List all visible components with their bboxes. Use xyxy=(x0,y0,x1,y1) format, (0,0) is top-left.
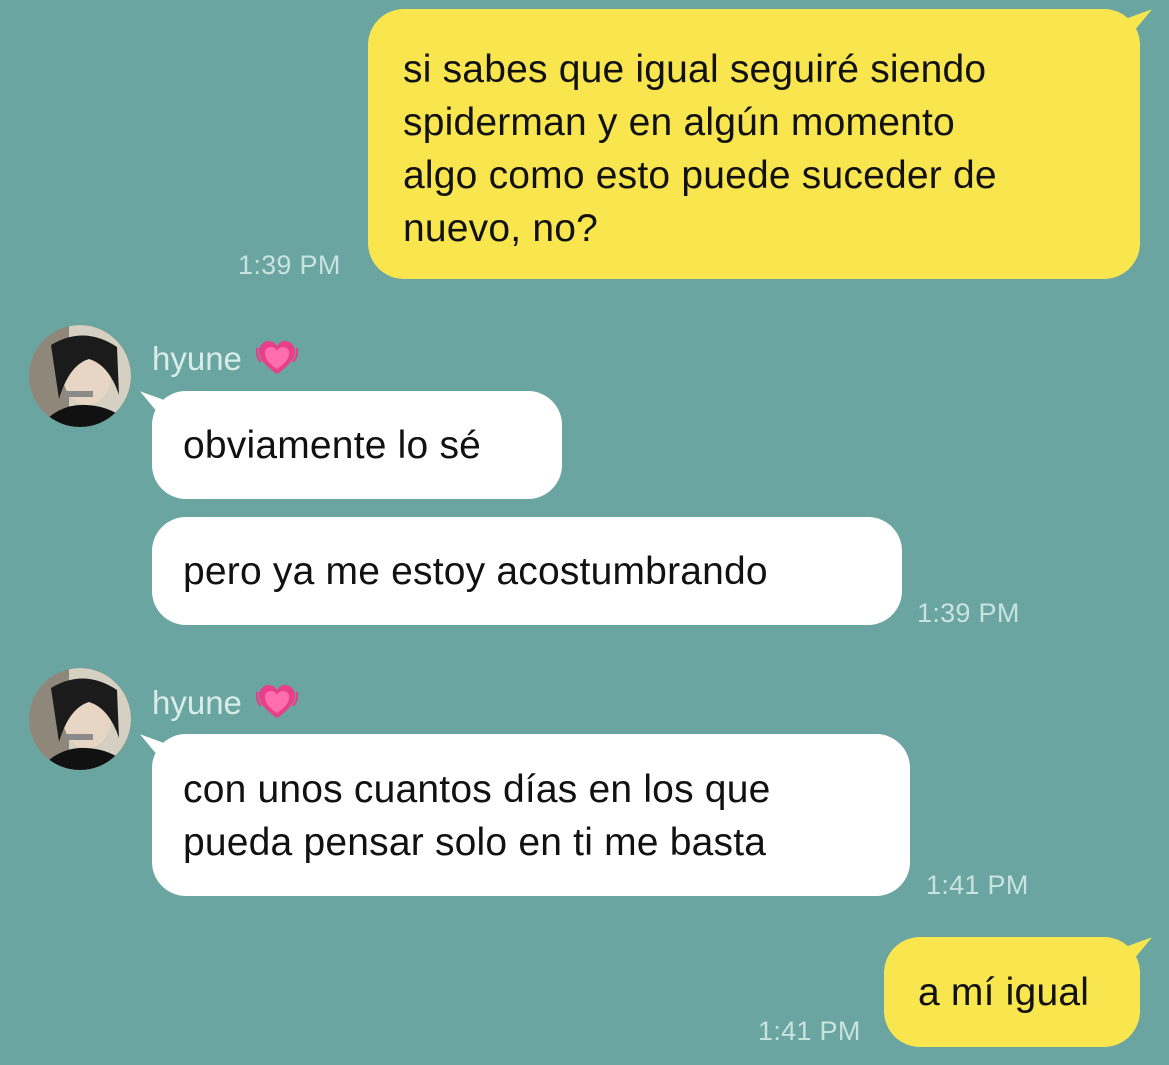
bubble-tail xyxy=(140,734,166,766)
avatar-photo xyxy=(29,325,131,427)
message-text: con unos cuantos días en los que pueda p… xyxy=(183,768,771,864)
incoming-message-bubble[interactable]: pero ya me estoy acostumbrando xyxy=(152,517,902,625)
avatar[interactable] xyxy=(29,325,131,427)
chat-conversation: si sabes que igual seguiré siendo spider… xyxy=(0,0,1169,1065)
sender-name-row: hyune xyxy=(152,338,298,380)
avatar[interactable] xyxy=(29,668,131,770)
message-timestamp: 1:41 PM xyxy=(758,1016,861,1046)
sender-name: hyune xyxy=(152,340,242,377)
message-timestamp: 1:39 PM xyxy=(238,250,341,280)
bubble-tail xyxy=(140,391,166,423)
avatar-photo xyxy=(29,668,131,770)
message-timestamp: 1:41 PM xyxy=(926,870,1029,900)
outgoing-message-bubble[interactable]: a mí igual xyxy=(884,937,1140,1047)
message-text: a mí igual xyxy=(918,971,1090,1014)
outgoing-message-bubble[interactable]: si sabes que igual seguiré siendo spider… xyxy=(368,9,1140,279)
message-text: pero ya me estoy acostumbrando xyxy=(183,550,768,593)
sender-name-row: hyune xyxy=(152,682,298,724)
message-text: obviamente lo sé xyxy=(183,424,482,467)
message-text: si sabes que igual seguiré siendo spider… xyxy=(403,48,997,250)
growing-heart-icon xyxy=(255,685,298,718)
incoming-message-bubble[interactable]: con unos cuantos días en los que pueda p… xyxy=(152,734,910,896)
incoming-message-bubble[interactable]: obviamente lo sé xyxy=(152,391,562,499)
sender-name: hyune xyxy=(152,684,242,721)
message-timestamp: 1:39 PM xyxy=(917,598,1020,628)
growing-heart-icon xyxy=(255,341,298,374)
